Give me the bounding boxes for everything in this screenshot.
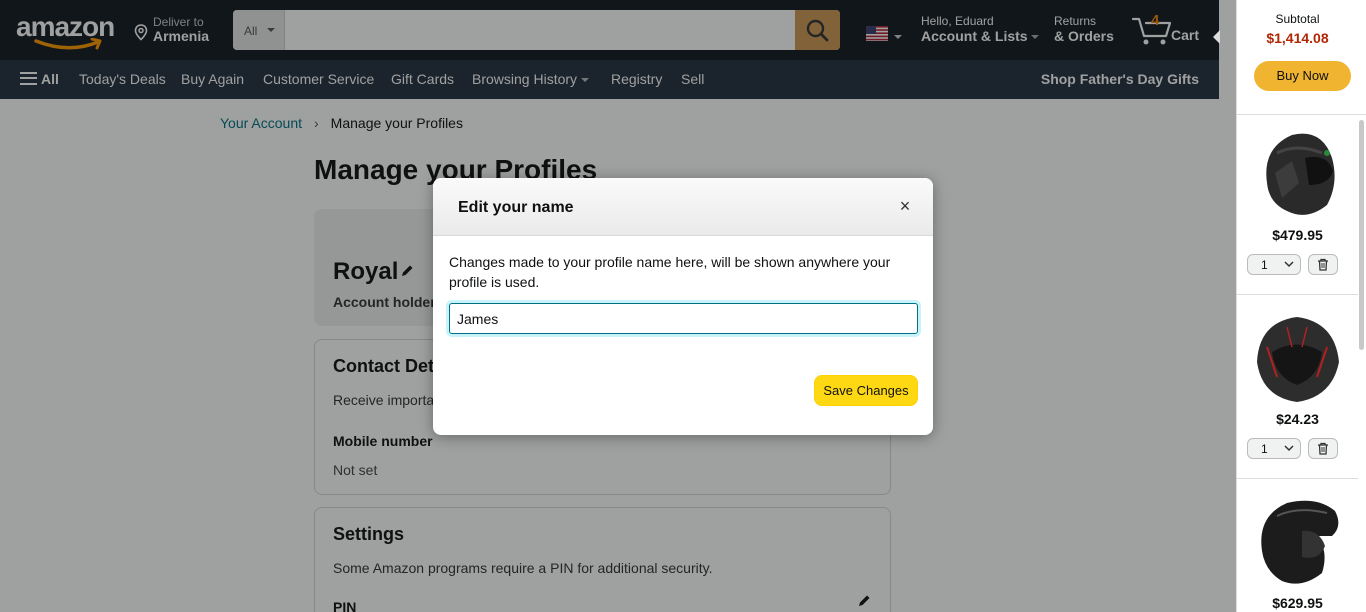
dialog-title: Edit your name xyxy=(458,199,574,216)
quantity-value: 1 xyxy=(1261,258,1268,272)
panel-pointer xyxy=(1213,30,1220,44)
dialog-description: Changes made to your profile name here, … xyxy=(449,254,891,290)
edit-name-dialog: Edit your name × Changes made to your pr… xyxy=(433,178,933,435)
quantity-dropdown[interactable]: 1 xyxy=(1247,438,1301,459)
adventure-helmet-product-image[interactable] xyxy=(1247,491,1347,591)
subtotal-value: $1,414.08 xyxy=(1266,30,1329,46)
trash-icon xyxy=(1318,258,1328,271)
cart-item: $24.23 1 xyxy=(1237,299,1358,479)
profile-name-input[interactable] xyxy=(449,303,918,334)
trash-icon xyxy=(1318,442,1328,455)
cart-side-panel: Subtotal $1,414.08 Buy Now $479.95 1 $24… xyxy=(1236,0,1366,612)
cart-item: $479.95 1 xyxy=(1237,115,1358,295)
delete-item-button[interactable] xyxy=(1308,438,1338,459)
helmet-liner-product-image[interactable] xyxy=(1247,307,1347,407)
panel-scrollbar[interactable] xyxy=(1359,120,1364,350)
dialog-header: Edit your name × xyxy=(433,178,933,236)
save-changes-button[interactable]: Save Changes xyxy=(814,375,918,406)
subtotal-label: Subtotal xyxy=(1275,12,1320,26)
helmet-product-image[interactable] xyxy=(1247,123,1347,223)
chevron-down-icon xyxy=(1284,445,1294,452)
quantity-dropdown[interactable]: 1 xyxy=(1247,254,1301,275)
cart-summary: Subtotal $1,414.08 Buy Now xyxy=(1237,0,1366,115)
quantity-value: 1 xyxy=(1261,442,1268,456)
item-price: $629.95 xyxy=(1272,595,1323,611)
chevron-down-icon xyxy=(1284,261,1294,268)
item-price: $479.95 xyxy=(1272,227,1323,243)
cart-item: $629.95 xyxy=(1237,483,1358,612)
item-price: $24.23 xyxy=(1276,411,1319,427)
close-icon[interactable]: × xyxy=(896,197,914,215)
buy-now-button[interactable]: Buy Now xyxy=(1254,61,1351,91)
delete-item-button[interactable] xyxy=(1308,254,1338,275)
